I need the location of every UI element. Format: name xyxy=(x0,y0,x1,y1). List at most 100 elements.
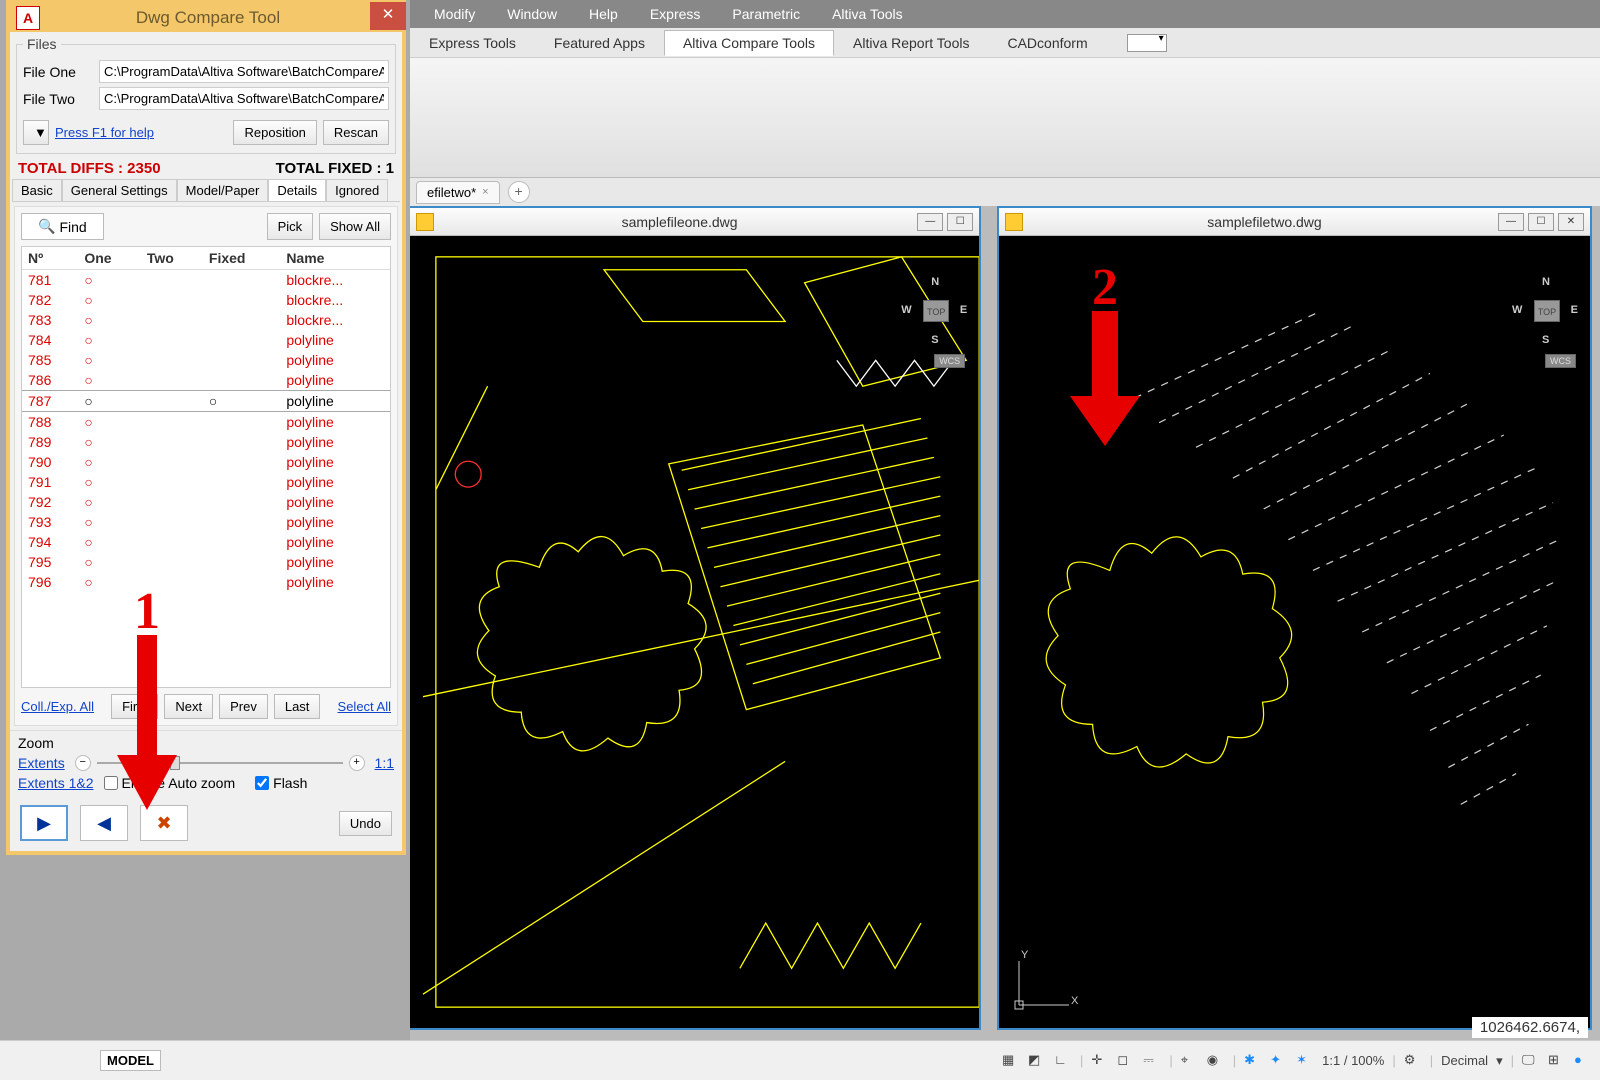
ribbon-tab-cadconform[interactable]: CADconform xyxy=(988,30,1106,56)
table-row[interactable]: 783○blockre... xyxy=(22,310,390,330)
table-row[interactable]: 787○○polyline xyxy=(22,391,390,412)
tab-basic[interactable]: Basic xyxy=(12,179,62,201)
file-dropdown-button[interactable]: ▼ xyxy=(23,120,49,145)
ribbon-tab-featured-apps[interactable]: Featured Apps xyxy=(535,30,664,56)
ribbon-body xyxy=(410,58,1600,178)
play-left-icon: ◀ xyxy=(97,813,111,834)
help-link[interactable]: Press F1 for help xyxy=(55,125,227,140)
snap-icon[interactable]: ◩ xyxy=(1028,1052,1046,1070)
model-space-toggle[interactable]: MODEL xyxy=(100,1050,161,1071)
app-icon: A xyxy=(16,6,40,30)
viewcube[interactable]: N S W E TOP xyxy=(899,276,969,346)
maximize-button[interactable]: ☐ xyxy=(947,213,973,231)
monitor-icon[interactable]: 🖵 xyxy=(1522,1052,1540,1070)
select-all-link[interactable]: Select All xyxy=(338,699,391,714)
rescan-button[interactable]: Rescan xyxy=(323,120,389,145)
workspace-icon[interactable]: ◉ xyxy=(1207,1052,1225,1070)
file-two-input[interactable] xyxy=(99,87,389,110)
menu-altiva-tools[interactable]: Altiva Tools xyxy=(816,6,919,22)
tracking-icon[interactable]: ✶ xyxy=(1296,1052,1314,1070)
table-row[interactable]: 796○polyline xyxy=(22,572,390,592)
table-row[interactable]: 791○polyline xyxy=(22,472,390,492)
show-all-button[interactable]: Show All xyxy=(319,213,391,240)
units-dropdown[interactable]: Decimal xyxy=(1441,1053,1488,1068)
minimize-button[interactable]: — xyxy=(917,213,943,231)
file-one-input[interactable] xyxy=(99,60,389,83)
last-button[interactable]: Last xyxy=(274,694,321,719)
table-row[interactable]: 785○polyline xyxy=(22,350,390,370)
status-bar: MODEL ▦ ◩ ∟ | ✛ ◻ ⎓ | ⌖ ◉ | ✱ ✦ ✶ 1:1 / … xyxy=(0,1040,1600,1080)
menu-express[interactable]: Express xyxy=(634,6,717,22)
gear-icon[interactable]: ⚙ xyxy=(1404,1052,1422,1070)
document-tab-strip: efiletwo* × + xyxy=(410,178,1600,206)
menu-parametric[interactable]: Parametric xyxy=(716,6,816,22)
table-row[interactable]: 792○polyline xyxy=(22,492,390,512)
close-button[interactable]: ✕ xyxy=(370,2,406,30)
table-row[interactable]: 793○polyline xyxy=(22,512,390,532)
reposition-button[interactable]: Reposition xyxy=(233,120,316,145)
tab-details[interactable]: Details xyxy=(268,179,326,201)
ribbon-tab-express-tools[interactable]: Express Tools xyxy=(410,30,535,56)
zoom-out-icon[interactable]: − xyxy=(75,755,91,771)
find-button[interactable]: 🔍Find xyxy=(21,213,104,240)
pick-button[interactable]: Pick xyxy=(267,213,314,240)
minimize-button[interactable]: — xyxy=(1498,213,1524,231)
sync-icon[interactable]: ● xyxy=(1574,1052,1592,1070)
coordinates-readout: 1026462.6674, xyxy=(1472,1017,1588,1038)
maximize-button[interactable]: ☐ xyxy=(1528,213,1554,231)
tree-icon[interactable]: ⊞ xyxy=(1548,1052,1566,1070)
isoplane-icon[interactable]: ✦ xyxy=(1270,1052,1288,1070)
table-row[interactable]: 790○polyline xyxy=(22,452,390,472)
ortho-icon[interactable]: ∟ xyxy=(1054,1052,1072,1070)
viewcube-top[interactable]: TOP xyxy=(923,300,949,322)
one-to-one-link[interactable]: 1:1 xyxy=(375,755,394,771)
apply-forward-button[interactable]: ▶ xyxy=(20,805,68,841)
table-row[interactable]: 795○polyline xyxy=(22,552,390,572)
dynamic-input-icon[interactable]: ⌖ xyxy=(1181,1052,1199,1070)
table-row[interactable]: 781○blockre... xyxy=(22,270,390,291)
menu-window[interactable]: Window xyxy=(491,6,573,22)
viewport-one[interactable]: samplefileone.dwg — ☐ xyxy=(410,206,981,1030)
dwg-icon xyxy=(1005,213,1023,231)
ribbon-minimize-dropdown[interactable] xyxy=(1127,34,1167,52)
viewcube-top[interactable]: TOP xyxy=(1534,300,1560,322)
grid-icon[interactable]: ▦ xyxy=(1002,1052,1020,1070)
file-one-label: File One xyxy=(23,64,93,80)
search-icon: 🔍 xyxy=(38,218,55,235)
tab-general-settings[interactable]: General Settings xyxy=(62,179,177,201)
diffs-table[interactable]: Nº One Two Fixed Name 781○blockre...782○… xyxy=(21,246,391,688)
menu-modify[interactable]: Modify xyxy=(418,6,491,22)
user-icon[interactable]: ✱ xyxy=(1244,1052,1262,1070)
undo-button[interactable]: Undo xyxy=(339,811,392,836)
viewport-one-canvas[interactable]: N S W E TOP WCS xyxy=(410,236,979,1028)
table-row[interactable]: 784○polyline xyxy=(22,330,390,350)
tab-ignored[interactable]: Ignored xyxy=(326,179,388,201)
viewcube[interactable]: N S W E TOP xyxy=(1510,276,1580,346)
table-row[interactable]: 786○polyline xyxy=(22,370,390,391)
zoom-in-icon[interactable]: + xyxy=(349,755,365,771)
close-icon[interactable]: × xyxy=(482,186,488,198)
extents-both-link[interactable]: Extents 1&2 xyxy=(18,775,94,791)
table-row[interactable]: 794○polyline xyxy=(22,532,390,552)
osnap-icon[interactable]: ◻ xyxy=(1117,1052,1135,1070)
table-row[interactable]: 782○blockre... xyxy=(22,290,390,310)
new-document-button[interactable]: + xyxy=(508,181,530,203)
extents-link[interactable]: Extents xyxy=(18,755,65,771)
close-button[interactable]: ✕ xyxy=(1558,213,1584,231)
table-row[interactable]: 788○polyline xyxy=(22,412,390,433)
ribbon-tab-altiva-report[interactable]: Altiva Report Tools xyxy=(834,30,988,56)
ribbon-tab-altiva-compare[interactable]: Altiva Compare Tools xyxy=(664,30,834,56)
tab-model-paper[interactable]: Model/Paper xyxy=(177,179,269,201)
app-menubar: Modify Window Help Express Parametric Al… xyxy=(410,0,1600,28)
flash-checkbox[interactable]: Flash xyxy=(255,775,307,791)
menu-help[interactable]: Help xyxy=(573,6,634,22)
collapse-expand-link[interactable]: Coll./Exp. All xyxy=(21,699,94,714)
constraints-icon[interactable]: ⎓ xyxy=(1143,1052,1161,1070)
document-tab[interactable]: efiletwo* × xyxy=(416,181,500,204)
compare-titlebar[interactable]: A Dwg Compare Tool ✕ xyxy=(10,4,402,32)
polar-icon[interactable]: ✛ xyxy=(1091,1052,1109,1070)
prev-button[interactable]: Prev xyxy=(219,694,268,719)
details-panel: 🔍Find Pick Show All Nº One Two Fixed Nam… xyxy=(14,206,398,726)
table-row[interactable]: 789○polyline xyxy=(22,432,390,452)
scale-indicator[interactable]: 1:1 / 100% xyxy=(1322,1053,1384,1068)
